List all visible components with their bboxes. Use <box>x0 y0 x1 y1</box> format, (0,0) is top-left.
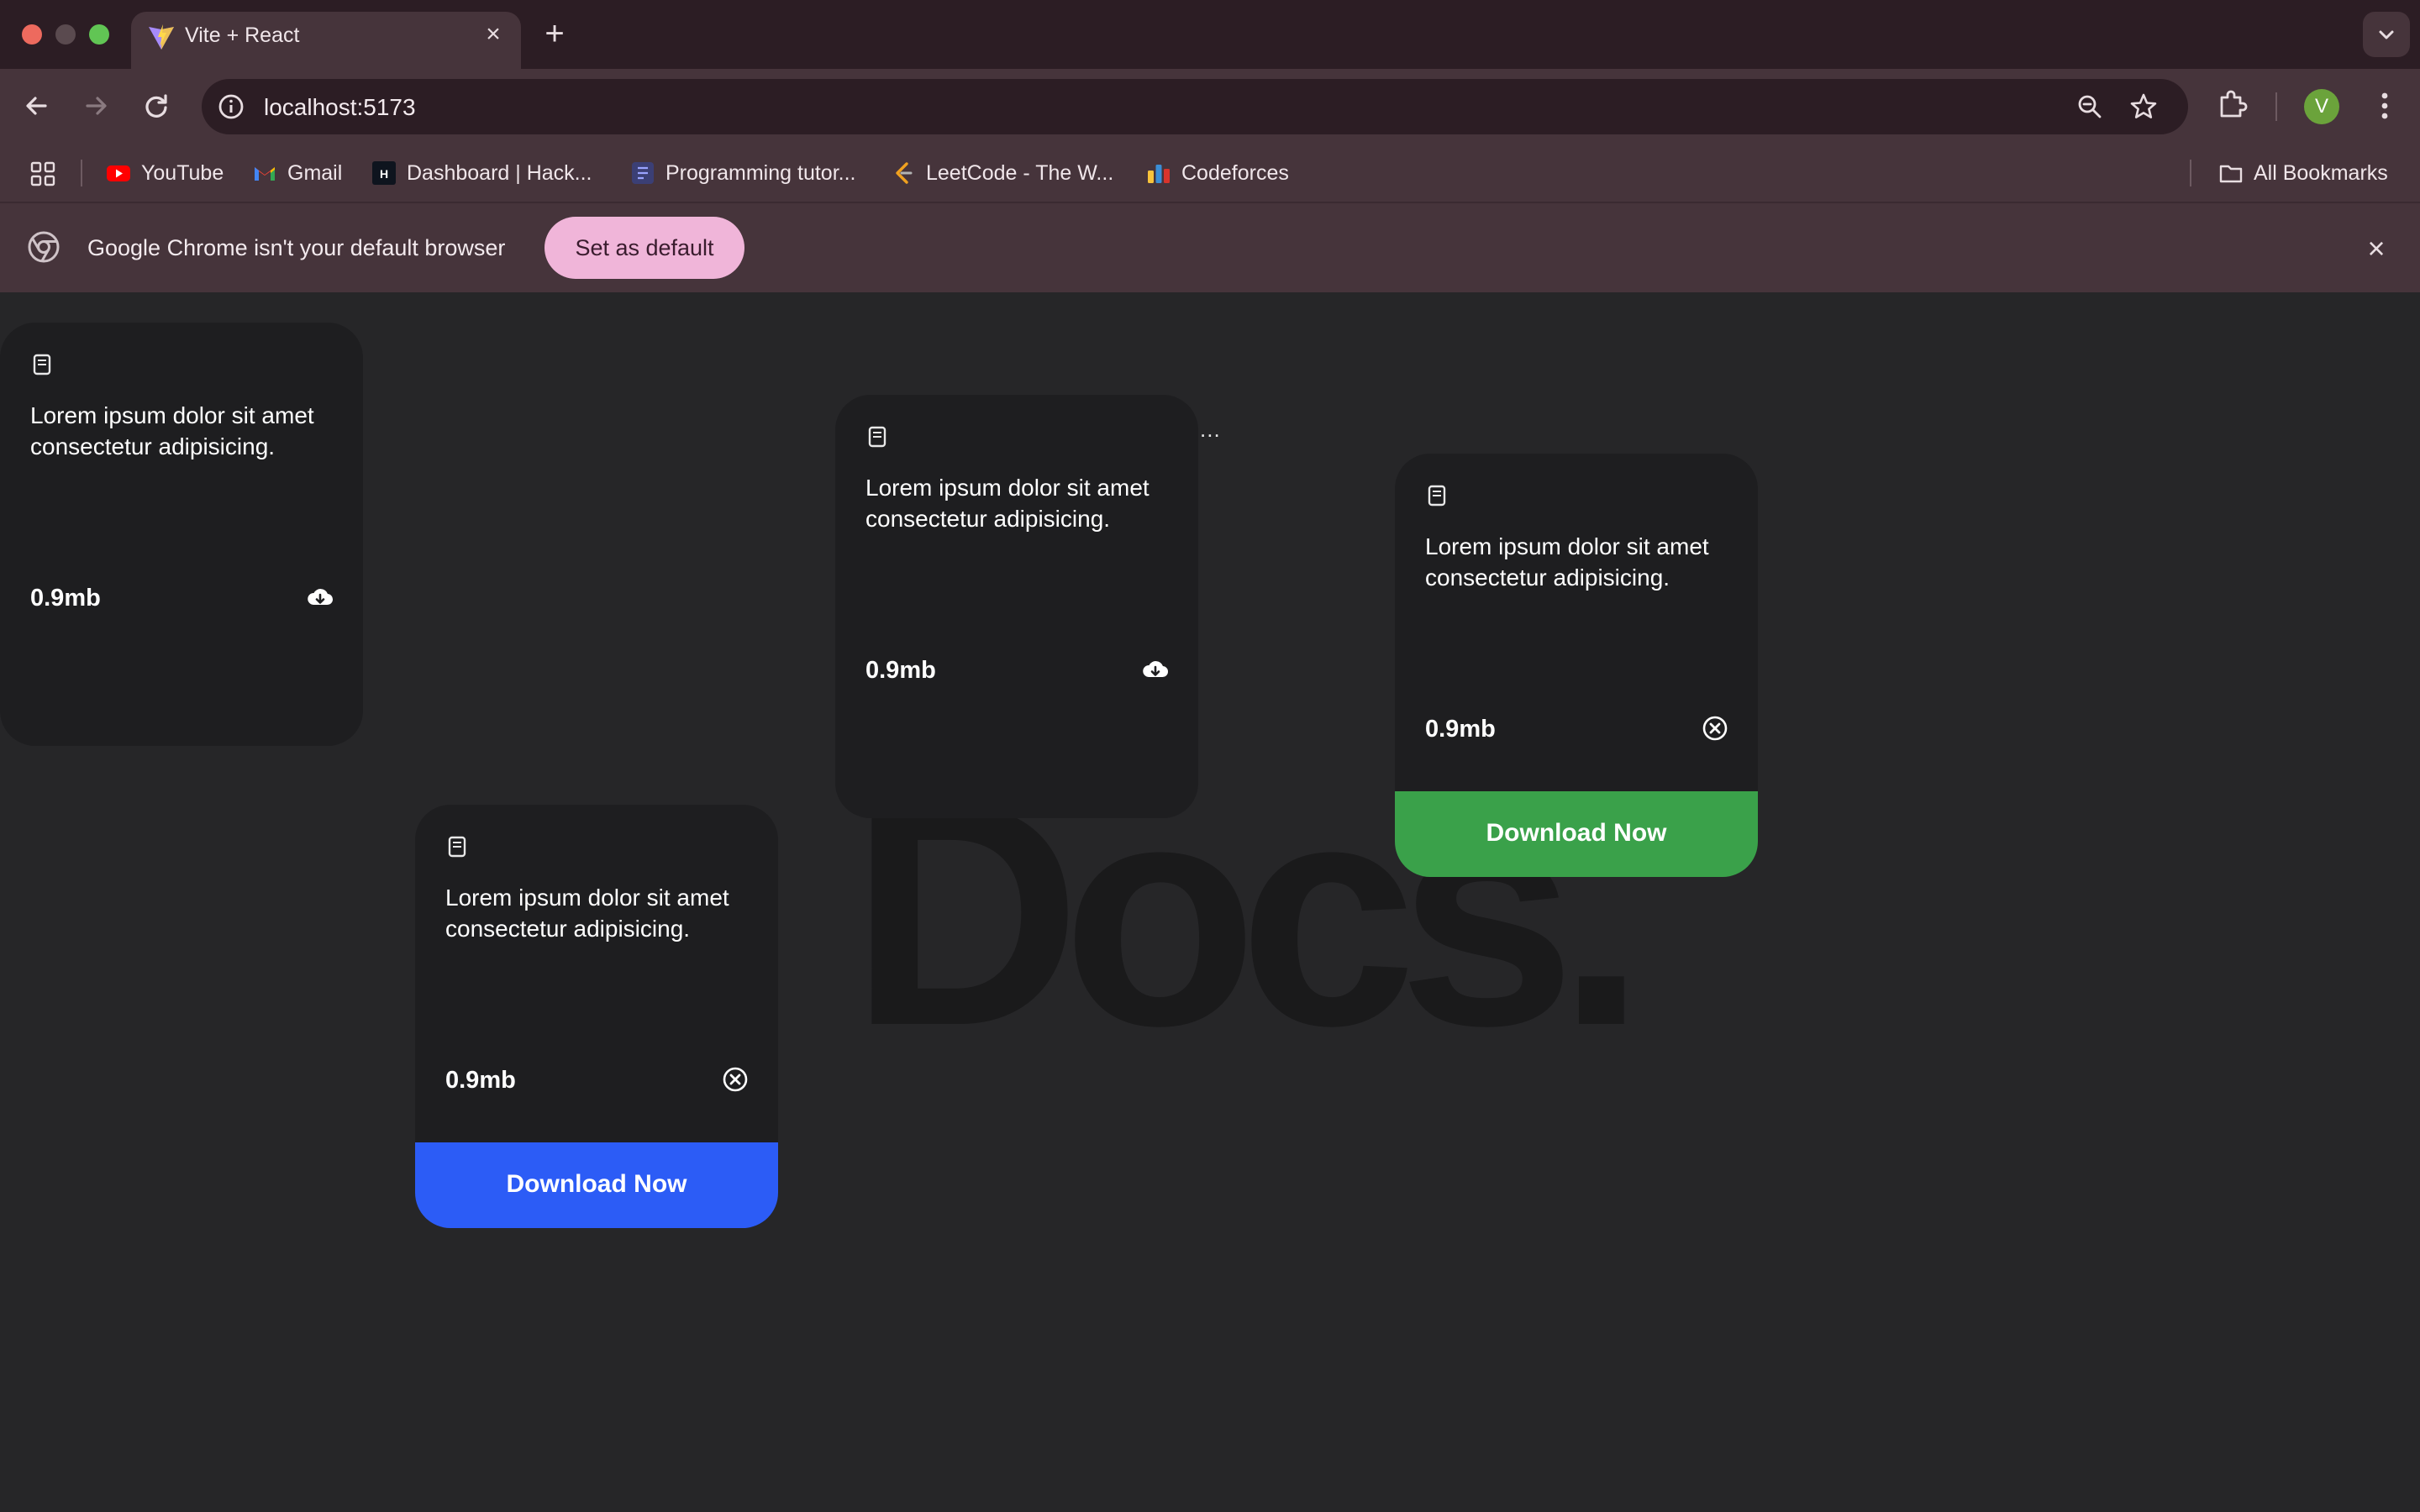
bookmarks-divider <box>81 160 82 186</box>
chrome-logo-icon <box>28 231 60 263</box>
bookmarks-bar: YouTube Gmail H Dashboard | Hack... Prog… <box>0 143 2420 203</box>
file-size: 0.9mb <box>30 585 101 612</box>
vite-logo-icon <box>149 24 174 50</box>
bookmark-label: Programming tutor... <box>666 160 856 185</box>
infobar-message: Google Chrome isn't your default browser <box>87 235 506 260</box>
document-icon <box>33 354 51 375</box>
tutorial-icon <box>632 162 654 184</box>
minimize-window-button[interactable] <box>55 24 76 45</box>
file-card: Lorem ipsum dolor sit amet consectetur a… <box>835 395 1198 818</box>
browser-toolbar: localhost:5173 V <box>0 69 2420 143</box>
close-circle-icon[interactable] <box>1701 714 1729 743</box>
bookmark-leetcode[interactable]: LeetCode - The W... <box>891 158 1113 188</box>
bookmark-label: Dashboard | Hack... <box>407 160 592 185</box>
svg-text:H: H <box>380 167 388 181</box>
leetcode-icon <box>896 162 913 184</box>
youtube-icon <box>107 165 130 181</box>
all-bookmarks-button[interactable]: All Bookmarks <box>2218 158 2388 188</box>
page-content: Docs. Lorem ipsum dolor sit amet consect… <box>0 292 2420 1512</box>
codeforces-icon <box>1148 165 1170 183</box>
url-text[interactable]: localhost:5173 <box>264 94 416 121</box>
bookmark-label: YouTube <box>141 160 224 185</box>
apps-grid-icon[interactable] <box>30 161 55 186</box>
folder-icon <box>2219 165 2243 183</box>
card-description: Lorem ipsum dolor sit amet consectetur a… <box>445 885 729 942</box>
default-browser-infobar: Google Chrome isn't your default browser… <box>0 203 2420 292</box>
infobar-close-icon[interactable]: × <box>2360 232 2393 265</box>
tab-active[interactable]: Vite + React × <box>131 12 521 69</box>
more-options-icon[interactable]: ... <box>1200 417 1221 443</box>
tab-strip: Vite + React × + <box>0 0 2420 69</box>
gmail-icon <box>255 167 275 181</box>
file-size: 0.9mb <box>1425 716 1496 743</box>
bookmark-label: Gmail <box>287 160 343 185</box>
hackerrank-icon: H <box>372 161 396 185</box>
close-circle-icon[interactable] <box>721 1065 750 1094</box>
profile-avatar[interactable]: V <box>2304 89 2339 124</box>
card-description: Lorem ipsum dolor sit amet consectetur a… <box>30 402 314 459</box>
bookmark-codeforces[interactable]: Codeforces <box>1146 158 1289 188</box>
document-icon <box>1428 485 1446 507</box>
bookmark-label: LeetCode - The W... <box>926 160 1114 185</box>
download-now-button[interactable]: Download Now <box>415 1142 778 1228</box>
extensions-icon[interactable] <box>2215 87 2249 121</box>
bookmark-hackerrank[interactable]: H Dashboard | Hack... <box>371 158 592 188</box>
cloud-download-icon[interactable] <box>306 583 334 612</box>
cloud-download-icon[interactable] <box>1141 655 1170 684</box>
new-tab-button[interactable]: + <box>538 17 571 50</box>
reload-icon[interactable] <box>138 87 175 124</box>
back-icon[interactable] <box>18 87 55 124</box>
bookmarks-divider <box>2190 160 2191 186</box>
card-description: Lorem ipsum dolor sit amet consectetur a… <box>1425 533 1709 591</box>
bookmark-label: Codeforces <box>1181 160 1289 185</box>
bookmark-youtube[interactable]: YouTube <box>106 158 224 188</box>
address-bar[interactable]: localhost:5173 <box>202 79 2188 134</box>
close-window-button[interactable] <box>22 24 42 45</box>
bookmark-tutorials[interactable]: Programming tutor... <box>630 158 855 188</box>
file-card: Lorem ipsum dolor sit amet consectetur a… <box>415 805 778 1228</box>
file-size: 0.9mb <box>445 1067 516 1094</box>
file-card: Lorem ipsum dolor sit amet consectetur a… <box>0 323 363 746</box>
chevron-down-icon <box>2379 30 2394 39</box>
tab-close-icon[interactable]: × <box>479 20 508 49</box>
card-description: Lorem ipsum dolor sit amet consectetur a… <box>865 475 1150 532</box>
document-icon <box>868 426 886 448</box>
kebab-menu-icon[interactable] <box>2370 87 2400 124</box>
tab-search-button[interactable] <box>2363 12 2410 57</box>
maximize-window-button[interactable] <box>89 24 109 45</box>
bookmark-gmail[interactable]: Gmail <box>252 158 342 188</box>
tab-title: Vite + React <box>185 24 300 47</box>
bookmark-star-icon[interactable] <box>2128 91 2160 123</box>
all-bookmarks-label: All Bookmarks <box>2254 160 2388 185</box>
document-icon <box>448 836 466 858</box>
download-now-button[interactable]: Download Now <box>1395 791 1758 877</box>
file-card: Lorem ipsum dolor sit amet consectetur a… <box>1395 454 1758 877</box>
file-size: 0.9mb <box>865 657 936 684</box>
set-as-default-button[interactable]: Set as default <box>544 217 744 279</box>
site-info-icon[interactable] <box>215 91 247 123</box>
zoom-icon[interactable] <box>2074 91 2106 123</box>
forward-icon[interactable] <box>77 87 114 124</box>
toolbar-divider <box>2275 92 2277 121</box>
